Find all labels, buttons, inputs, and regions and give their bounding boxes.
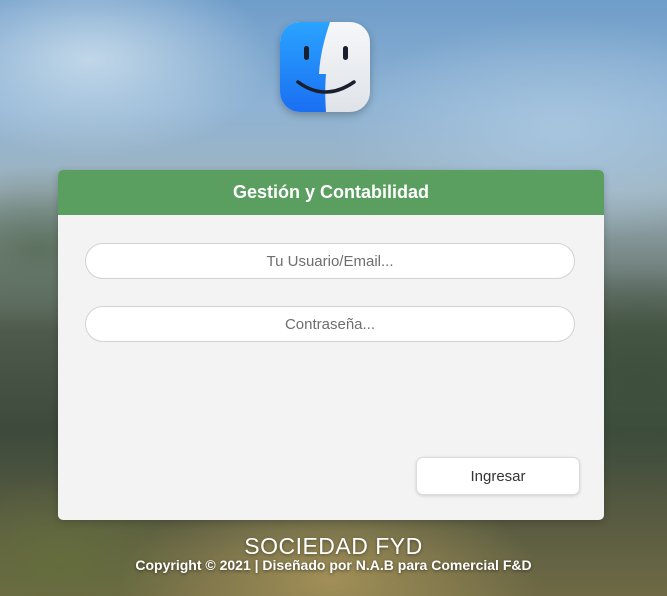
username-input[interactable] [85,243,575,279]
login-button[interactable]: Ingresar [416,457,580,495]
login-card: Gestión y Contabilidad Ingresar [58,170,604,520]
password-input[interactable] [85,306,575,342]
copyright-text: Copyright © 2021 | Diseñado por N.A.B pa… [135,557,532,573]
finder-logo-icon [280,22,370,112]
login-title: Gestión y Contabilidad [58,170,604,215]
company-name: SOCIEDAD FYD [244,533,423,559]
